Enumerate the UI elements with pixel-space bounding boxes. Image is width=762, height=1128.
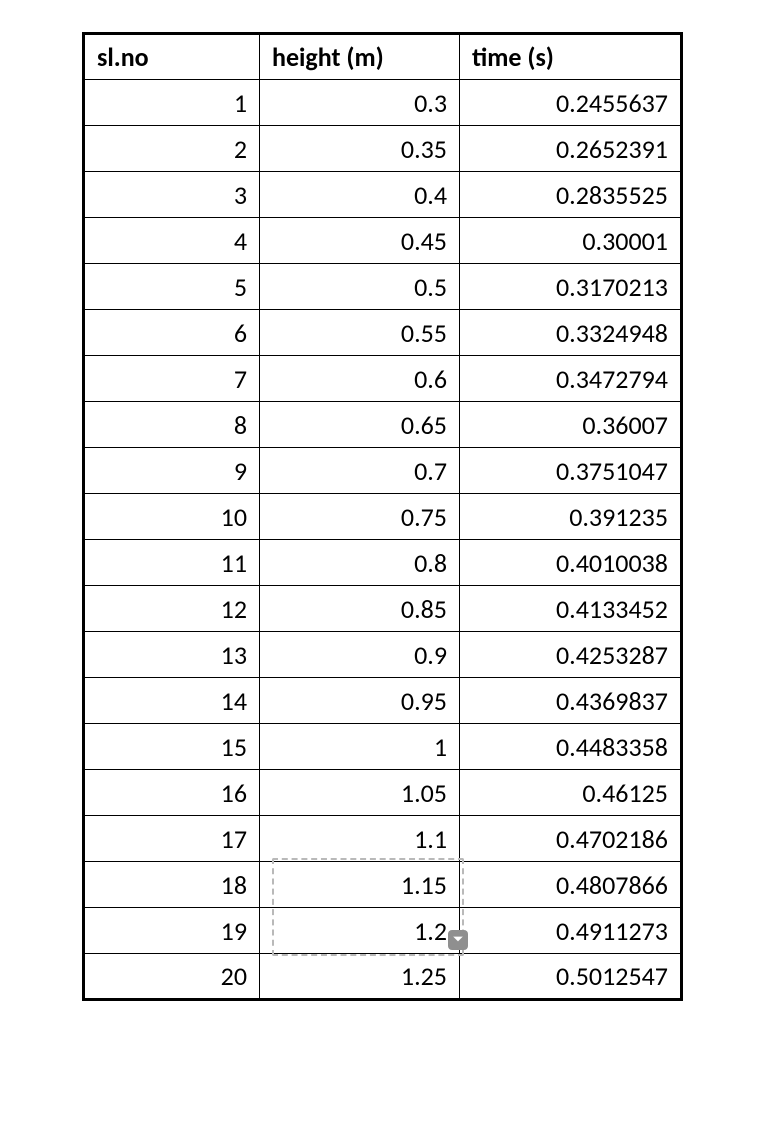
- cell[interactable]: 0.391235: [460, 494, 682, 540]
- cell[interactable]: 0.6: [260, 356, 460, 402]
- cell[interactable]: 0.8: [260, 540, 460, 586]
- cell[interactable]: 0.46125: [460, 770, 682, 816]
- cell[interactable]: 9: [84, 448, 260, 494]
- cell[interactable]: 0.5012547: [460, 954, 682, 1000]
- cell[interactable]: 0.85: [260, 586, 460, 632]
- cell[interactable]: 0.4483358: [460, 724, 682, 770]
- cell[interactable]: 0.4807866: [460, 862, 682, 908]
- cell[interactable]: 1.25: [260, 954, 460, 1000]
- data-table-container: sl.no height (m) time (s) 10.30.24556372…: [82, 32, 680, 1001]
- cell[interactable]: 0.4253287: [460, 632, 682, 678]
- cell[interactable]: 0.4702186: [460, 816, 682, 862]
- table-row: 161.050.46125: [84, 770, 682, 816]
- cell[interactable]: 8: [84, 402, 260, 448]
- table-row: 20.350.2652391: [84, 126, 682, 172]
- cell[interactable]: 1: [84, 80, 260, 126]
- cell[interactable]: 3: [84, 172, 260, 218]
- table-row: 181.150.4807866: [84, 862, 682, 908]
- table-body: 10.30.245563720.350.265239130.40.2835525…: [84, 80, 682, 1000]
- cell[interactable]: 5: [84, 264, 260, 310]
- table-row: 130.90.4253287: [84, 632, 682, 678]
- table-row: 100.750.391235: [84, 494, 682, 540]
- cell[interactable]: 19: [84, 908, 260, 954]
- cell[interactable]: 0.3170213: [460, 264, 682, 310]
- cell[interactable]: 0.36007: [460, 402, 682, 448]
- table-row: 140.950.4369837: [84, 678, 682, 724]
- table-row: 110.80.4010038: [84, 540, 682, 586]
- data-table[interactable]: sl.no height (m) time (s) 10.30.24556372…: [82, 32, 683, 1001]
- table-header-row: sl.no height (m) time (s): [84, 34, 682, 80]
- table-row: 40.450.30001: [84, 218, 682, 264]
- cell[interactable]: 0.4133452: [460, 586, 682, 632]
- cell[interactable]: 0.2455637: [460, 80, 682, 126]
- cell[interactable]: 1.05: [260, 770, 460, 816]
- cell[interactable]: 4: [84, 218, 260, 264]
- cell[interactable]: 0.30001: [460, 218, 682, 264]
- cell[interactable]: 0.35: [260, 126, 460, 172]
- cell[interactable]: 11: [84, 540, 260, 586]
- cell[interactable]: 10: [84, 494, 260, 540]
- table-row: 10.30.2455637: [84, 80, 682, 126]
- cell[interactable]: 17: [84, 816, 260, 862]
- cell[interactable]: 1.1: [260, 816, 460, 862]
- cell[interactable]: 0.3751047: [460, 448, 682, 494]
- cell[interactable]: 0.7: [260, 448, 460, 494]
- cell[interactable]: 1.2: [260, 908, 460, 954]
- cell[interactable]: 0.4369837: [460, 678, 682, 724]
- cell[interactable]: 12: [84, 586, 260, 632]
- table-row: 80.650.36007: [84, 402, 682, 448]
- cell[interactable]: 1.15: [260, 862, 460, 908]
- table-row: 50.50.3170213: [84, 264, 682, 310]
- col-header-time[interactable]: time (s): [460, 34, 682, 80]
- cell[interactable]: 0.4010038: [460, 540, 682, 586]
- cell[interactable]: 7: [84, 356, 260, 402]
- table-row: 30.40.2835525: [84, 172, 682, 218]
- cell[interactable]: 1: [260, 724, 460, 770]
- table-row: 60.550.3324948: [84, 310, 682, 356]
- cell[interactable]: 0.95: [260, 678, 460, 724]
- cell[interactable]: 13: [84, 632, 260, 678]
- cell[interactable]: 0.45: [260, 218, 460, 264]
- cell[interactable]: 18: [84, 862, 260, 908]
- cell[interactable]: 15: [84, 724, 260, 770]
- table-row: 90.70.3751047: [84, 448, 682, 494]
- cell[interactable]: 0.4911273: [460, 908, 682, 954]
- table-row: 1510.4483358: [84, 724, 682, 770]
- table-row: 171.10.4702186: [84, 816, 682, 862]
- cell[interactable]: 0.75: [260, 494, 460, 540]
- table-row: 70.60.3472794: [84, 356, 682, 402]
- cell[interactable]: 0.5: [260, 264, 460, 310]
- cell[interactable]: 20: [84, 954, 260, 1000]
- cell[interactable]: 0.3: [260, 80, 460, 126]
- cell[interactable]: 0.3324948: [460, 310, 682, 356]
- table-row: 191.20.4911273: [84, 908, 682, 954]
- cell[interactable]: 0.3472794: [460, 356, 682, 402]
- col-header-height[interactable]: height (m): [260, 34, 460, 80]
- col-header-slno[interactable]: sl.no: [84, 34, 260, 80]
- cell[interactable]: 2: [84, 126, 260, 172]
- cell[interactable]: 16: [84, 770, 260, 816]
- table-row: 120.850.4133452: [84, 586, 682, 632]
- cell[interactable]: 14: [84, 678, 260, 724]
- cell[interactable]: 0.2652391: [460, 126, 682, 172]
- cell[interactable]: 0.65: [260, 402, 460, 448]
- cell[interactable]: 0.55: [260, 310, 460, 356]
- table-row: 201.250.5012547: [84, 954, 682, 1000]
- cell[interactable]: 6: [84, 310, 260, 356]
- cell[interactable]: 0.9: [260, 632, 460, 678]
- cell[interactable]: 0.2835525: [460, 172, 682, 218]
- cell[interactable]: 0.4: [260, 172, 460, 218]
